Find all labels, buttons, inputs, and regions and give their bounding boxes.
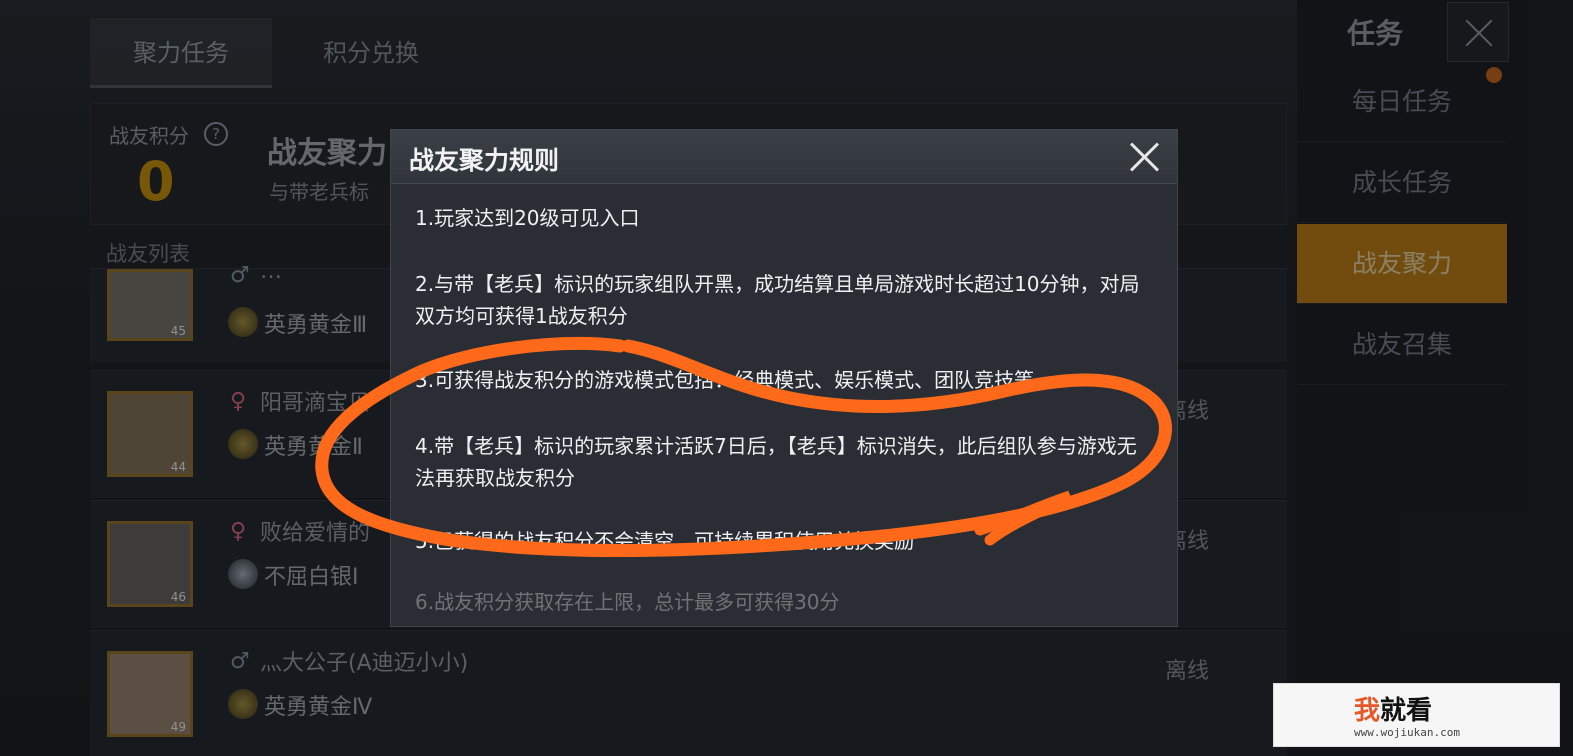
- watermark-url: www.wojiukan.com: [1354, 726, 1460, 739]
- rule-item: 6.战友积分获取存在上限，总计最多可获得30分: [415, 590, 840, 614]
- watermark-logo: 我就看 www.wojiukan.com: [1273, 683, 1560, 747]
- rule-item: 2.与带【老兵】标识的玩家组队开黑，成功结算且单局游戏时长超过10分钟，对局双方…: [415, 272, 1140, 328]
- modal-header: 战友聚力规则: [391, 130, 1177, 184]
- rule-item: 3.可获得战友积分的游戏模式包括：经典模式、娱乐模式、团队竞技等: [415, 368, 1035, 392]
- rules-modal: 战友聚力规则 1.玩家达到20级可见入口 2.与带【老兵】标识的玩家组队开黑，成…: [390, 129, 1178, 627]
- watermark-brand: 我就看: [1354, 696, 1433, 726]
- rule-item: 1.玩家达到20级可见入口: [415, 206, 640, 230]
- rule-item: 5.已获得的战友积分不会清空，可持续累积使用兑换奖励: [415, 529, 915, 553]
- modal-title: 战友聚力规则: [409, 146, 560, 175]
- rule-item: 4.带【老兵】标识的玩家累计活跃7日后，【老兵】标识消失，此后组队参与游戏无法再…: [415, 434, 1137, 490]
- close-icon[interactable]: [1125, 138, 1163, 176]
